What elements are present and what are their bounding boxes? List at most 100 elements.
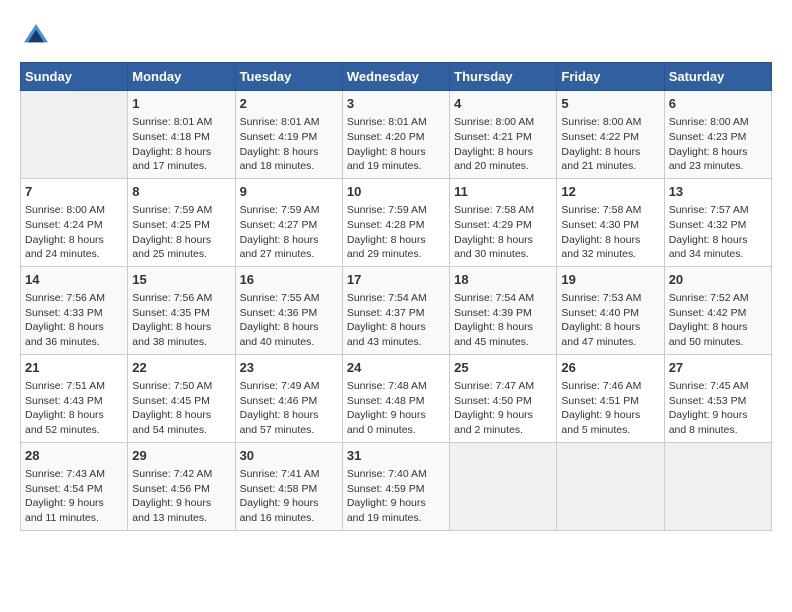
calendar-cell: 3 Sunrise: 8:01 AM Sunset: 4:20 PM Daylig… [342, 91, 449, 179]
day-number: 14 [25, 271, 123, 289]
day-number: 28 [25, 447, 123, 465]
header-day-wednesday: Wednesday [342, 63, 449, 91]
calendar-cell: 24 Sunrise: 7:48 AM Sunset: 4:48 PM Dayli… [342, 354, 449, 442]
calendar-cell: 18 Sunrise: 7:54 AM Sunset: 4:39 PM Dayli… [450, 266, 557, 354]
week-row-1: 1 Sunrise: 8:01 AM Sunset: 4:18 PM Daylig… [21, 91, 772, 179]
day-info: Sunrise: 7:40 AM Sunset: 4:59 PM Dayligh… [347, 467, 445, 526]
calendar-cell: 4 Sunrise: 8:00 AM Sunset: 4:21 PM Daylig… [450, 91, 557, 179]
calendar-cell: 23Sunrise: 7:49 AM Sunset: 4:46 PM Dayli… [235, 354, 342, 442]
day-number: 30 [240, 447, 338, 465]
day-number: 25 [454, 359, 552, 377]
calendar-cell: 15 Sunrise: 7:56 AM Sunset: 4:35 PM Dayli… [128, 266, 235, 354]
day-number: 19 [561, 271, 659, 289]
day-number: 27 [669, 359, 767, 377]
header-day-tuesday: Tuesday [235, 63, 342, 91]
day-info: Sunrise: 7:56 AM Sunset: 4:35 PM Dayligh… [132, 291, 230, 350]
day-info: Sunrise: 7:54 AM Sunset: 4:37 PM Dayligh… [347, 291, 445, 350]
day-info: Sunrise: 8:00 AM Sunset: 4:24 PM Dayligh… [25, 203, 123, 262]
logo-icon [20, 20, 52, 52]
day-info: Sunrise: 7:59 AM Sunset: 4:27 PM Dayligh… [240, 203, 338, 262]
calendar-body: 1 Sunrise: 8:01 AM Sunset: 4:18 PM Daylig… [21, 91, 772, 531]
day-info: Sunrise: 7:47 AM Sunset: 4:50 PM Dayligh… [454, 379, 552, 438]
day-number: 11 [454, 183, 552, 201]
day-info: Sunrise: 7:57 AM Sunset: 4:32 PM Dayligh… [669, 203, 767, 262]
day-info: Sunrise: 7:41 AM Sunset: 4:58 PM Dayligh… [240, 467, 338, 526]
calendar-cell: 16 Sunrise: 7:55 AM Sunset: 4:36 PM Dayli… [235, 266, 342, 354]
calendar-cell: 28 Sunrise: 7:43 AM Sunset: 4:54 PM Dayli… [21, 442, 128, 530]
day-number: 2 [240, 95, 338, 113]
day-number: 15 [132, 271, 230, 289]
week-row-4: 21 Sunrise: 7:51 AM Sunset: 4:43 PM Dayli… [21, 354, 772, 442]
day-number: 13 [669, 183, 767, 201]
calendar-cell: 12 Sunrise: 7:58 AM Sunset: 4:30 PM Dayli… [557, 178, 664, 266]
day-info: Sunrise: 8:01 AM Sunset: 4:20 PM Dayligh… [347, 115, 445, 174]
day-info: Sunrise: 7:54 AM Sunset: 4:39 PM Dayligh… [454, 291, 552, 350]
week-row-5: 28 Sunrise: 7:43 AM Sunset: 4:54 PM Dayli… [21, 442, 772, 530]
calendar-cell: 7 Sunrise: 8:00 AM Sunset: 4:24 PM Daylig… [21, 178, 128, 266]
calendar-cell [21, 91, 128, 179]
day-info: Sunrise: 7:59 AM Sunset: 4:25 PM Dayligh… [132, 203, 230, 262]
day-info: Sunrise: 8:00 AM Sunset: 4:23 PM Dayligh… [669, 115, 767, 174]
day-info: Sunrise: 7:58 AM Sunset: 4:29 PM Dayligh… [454, 203, 552, 262]
day-info: Sunrise: 7:58 AM Sunset: 4:30 PM Dayligh… [561, 203, 659, 262]
day-info: Sunrise: 7:59 AM Sunset: 4:28 PM Dayligh… [347, 203, 445, 262]
day-info: Sunrise: 7:56 AM Sunset: 4:33 PM Dayligh… [25, 291, 123, 350]
day-number: 3 [347, 95, 445, 113]
calendar-header: SundayMondayTuesdayWednesdayThursdayFrid… [21, 63, 772, 91]
day-info: Sunrise: 8:01 AM Sunset: 4:19 PM Dayligh… [240, 115, 338, 174]
day-number: 10 [347, 183, 445, 201]
calendar-table: SundayMondayTuesdayWednesdayThursdayFrid… [20, 62, 772, 531]
day-number: 21 [25, 359, 123, 377]
day-number: 24 [347, 359, 445, 377]
day-number: 12 [561, 183, 659, 201]
day-info: Sunrise: 7:48 AM Sunset: 4:48 PM Dayligh… [347, 379, 445, 438]
calendar-cell: 31Sunrise: 7:40 AM Sunset: 4:59 PM Dayli… [342, 442, 449, 530]
day-info: Sunrise: 7:46 AM Sunset: 4:51 PM Dayligh… [561, 379, 659, 438]
day-number: 26 [561, 359, 659, 377]
day-info: Sunrise: 7:43 AM Sunset: 4:54 PM Dayligh… [25, 467, 123, 526]
calendar-cell: 11 Sunrise: 7:58 AM Sunset: 4:29 PM Dayli… [450, 178, 557, 266]
calendar-cell: 10 Sunrise: 7:59 AM Sunset: 4:28 PM Dayli… [342, 178, 449, 266]
header [20, 20, 772, 52]
calendar-cell: 5 Sunrise: 8:00 AM Sunset: 4:22 PM Daylig… [557, 91, 664, 179]
week-row-3: 14 Sunrise: 7:56 AM Sunset: 4:33 PM Dayli… [21, 266, 772, 354]
day-number: 4 [454, 95, 552, 113]
day-number: 16 [240, 271, 338, 289]
header-day-monday: Monday [128, 63, 235, 91]
day-number: 1 [132, 95, 230, 113]
day-info: Sunrise: 7:49 AM Sunset: 4:46 PM Dayligh… [240, 379, 338, 438]
day-number: 17 [347, 271, 445, 289]
day-info: Sunrise: 7:55 AM Sunset: 4:36 PM Dayligh… [240, 291, 338, 350]
calendar-cell: 30 Sunrise: 7:41 AM Sunset: 4:58 PM Dayli… [235, 442, 342, 530]
day-info: Sunrise: 7:50 AM Sunset: 4:45 PM Dayligh… [132, 379, 230, 438]
calendar-cell: 22Sunrise: 7:50 AM Sunset: 4:45 PM Dayli… [128, 354, 235, 442]
day-info: Sunrise: 8:00 AM Sunset: 4:21 PM Dayligh… [454, 115, 552, 174]
calendar-cell: 25 Sunrise: 7:47 AM Sunset: 4:50 PM Dayli… [450, 354, 557, 442]
day-number: 20 [669, 271, 767, 289]
calendar-cell [664, 442, 771, 530]
day-number: 5 [561, 95, 659, 113]
day-info: Sunrise: 7:53 AM Sunset: 4:40 PM Dayligh… [561, 291, 659, 350]
logo [20, 20, 56, 52]
calendar-cell: 2 Sunrise: 8:01 AM Sunset: 4:19 PM Daylig… [235, 91, 342, 179]
calendar-cell: 9 Sunrise: 7:59 AM Sunset: 4:27 PM Daylig… [235, 178, 342, 266]
calendar-cell [557, 442, 664, 530]
calendar-cell: 20Sunrise: 7:52 AM Sunset: 4:42 PM Dayli… [664, 266, 771, 354]
calendar-cell: 8 Sunrise: 7:59 AM Sunset: 4:25 PM Daylig… [128, 178, 235, 266]
calendar-cell [450, 442, 557, 530]
day-info: Sunrise: 7:45 AM Sunset: 4:53 PM Dayligh… [669, 379, 767, 438]
header-day-saturday: Saturday [664, 63, 771, 91]
day-number: 18 [454, 271, 552, 289]
day-info: Sunrise: 7:51 AM Sunset: 4:43 PM Dayligh… [25, 379, 123, 438]
day-number: 6 [669, 95, 767, 113]
week-row-2: 7 Sunrise: 8:00 AM Sunset: 4:24 PM Daylig… [21, 178, 772, 266]
day-number: 7 [25, 183, 123, 201]
day-info: Sunrise: 8:00 AM Sunset: 4:22 PM Dayligh… [561, 115, 659, 174]
day-info: Sunrise: 8:01 AM Sunset: 4:18 PM Dayligh… [132, 115, 230, 174]
day-number: 9 [240, 183, 338, 201]
day-number: 8 [132, 183, 230, 201]
header-day-sunday: Sunday [21, 63, 128, 91]
calendar-cell: 6 Sunrise: 8:00 AM Sunset: 4:23 PM Daylig… [664, 91, 771, 179]
day-info: Sunrise: 7:42 AM Sunset: 4:56 PM Dayligh… [132, 467, 230, 526]
calendar-cell: 19 Sunrise: 7:53 AM Sunset: 4:40 PM Dayli… [557, 266, 664, 354]
